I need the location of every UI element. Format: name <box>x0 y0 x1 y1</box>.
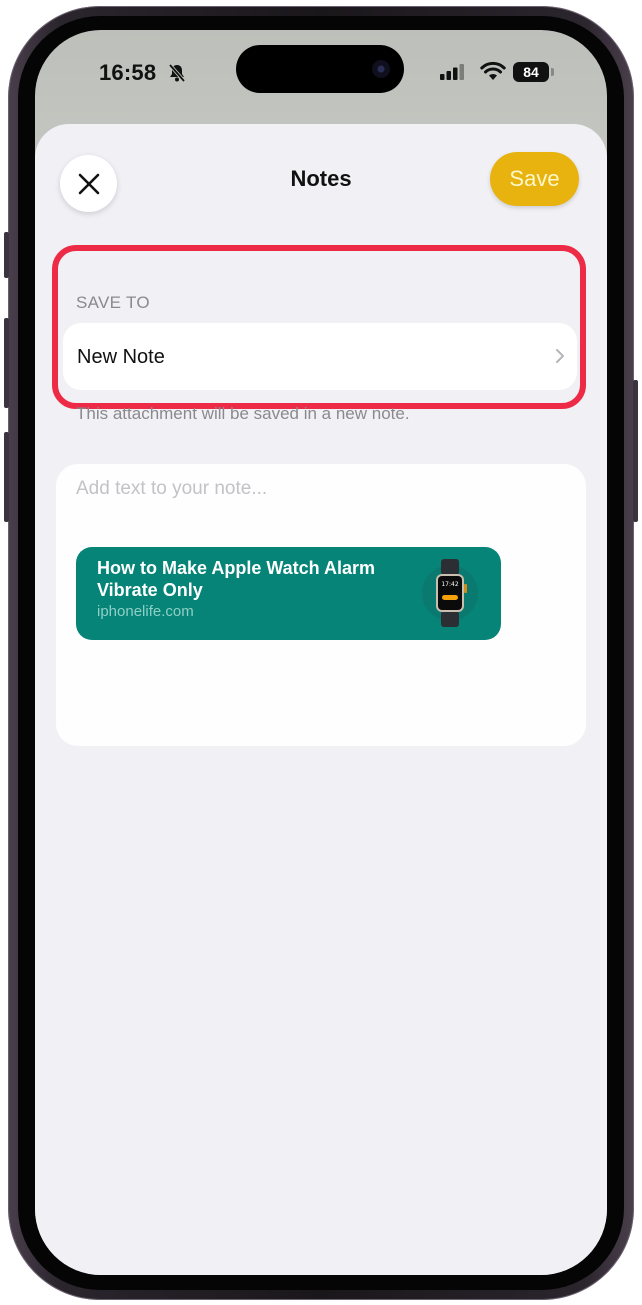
action-button <box>4 232 9 278</box>
volume-up-button <box>4 318 9 408</box>
bell-slash-icon <box>168 63 186 83</box>
camera-icon <box>372 60 390 78</box>
status-time: 16:58 <box>99 60 157 85</box>
link-domain: iphonelife.com <box>97 603 194 620</box>
note-editor[interactable]: Add text to your note... How to Make App… <box>56 464 586 746</box>
save-button[interactable]: Save <box>490 152 579 206</box>
cellular-signal-icon <box>440 64 464 80</box>
link-preview-card[interactable]: How to Make Apple Watch Alarm Vibrate On… <box>76 547 501 640</box>
dynamic-island <box>236 45 404 93</box>
chevron-right-icon <box>556 349 564 363</box>
battery-tip <box>551 68 554 76</box>
save-to-footer: This attachment will be saved in a new n… <box>76 404 410 423</box>
link-title: How to Make Apple Watch Alarm Vibrate On… <box>97 558 376 600</box>
screen: 16:58 84 Notes Save SAVE TO New Note Thi… <box>35 30 607 1275</box>
note-text-input[interactable]: Add text to your note... <box>76 478 267 500</box>
save-to-section-label: SAVE TO <box>76 293 150 312</box>
save-destination-label: New Note <box>77 346 165 368</box>
save-destination-row[interactable]: New Note <box>63 323 577 390</box>
wifi-icon <box>480 61 506 80</box>
apple-watch-icon: 17:42 <box>422 559 478 627</box>
share-sheet: Notes Save SAVE TO New Note This attachm… <box>35 124 607 1275</box>
power-button <box>633 380 638 522</box>
volume-down-button <box>4 432 9 522</box>
battery-indicator: 84 <box>513 62 549 82</box>
watch-thumb-time: 17:42 <box>441 581 458 588</box>
